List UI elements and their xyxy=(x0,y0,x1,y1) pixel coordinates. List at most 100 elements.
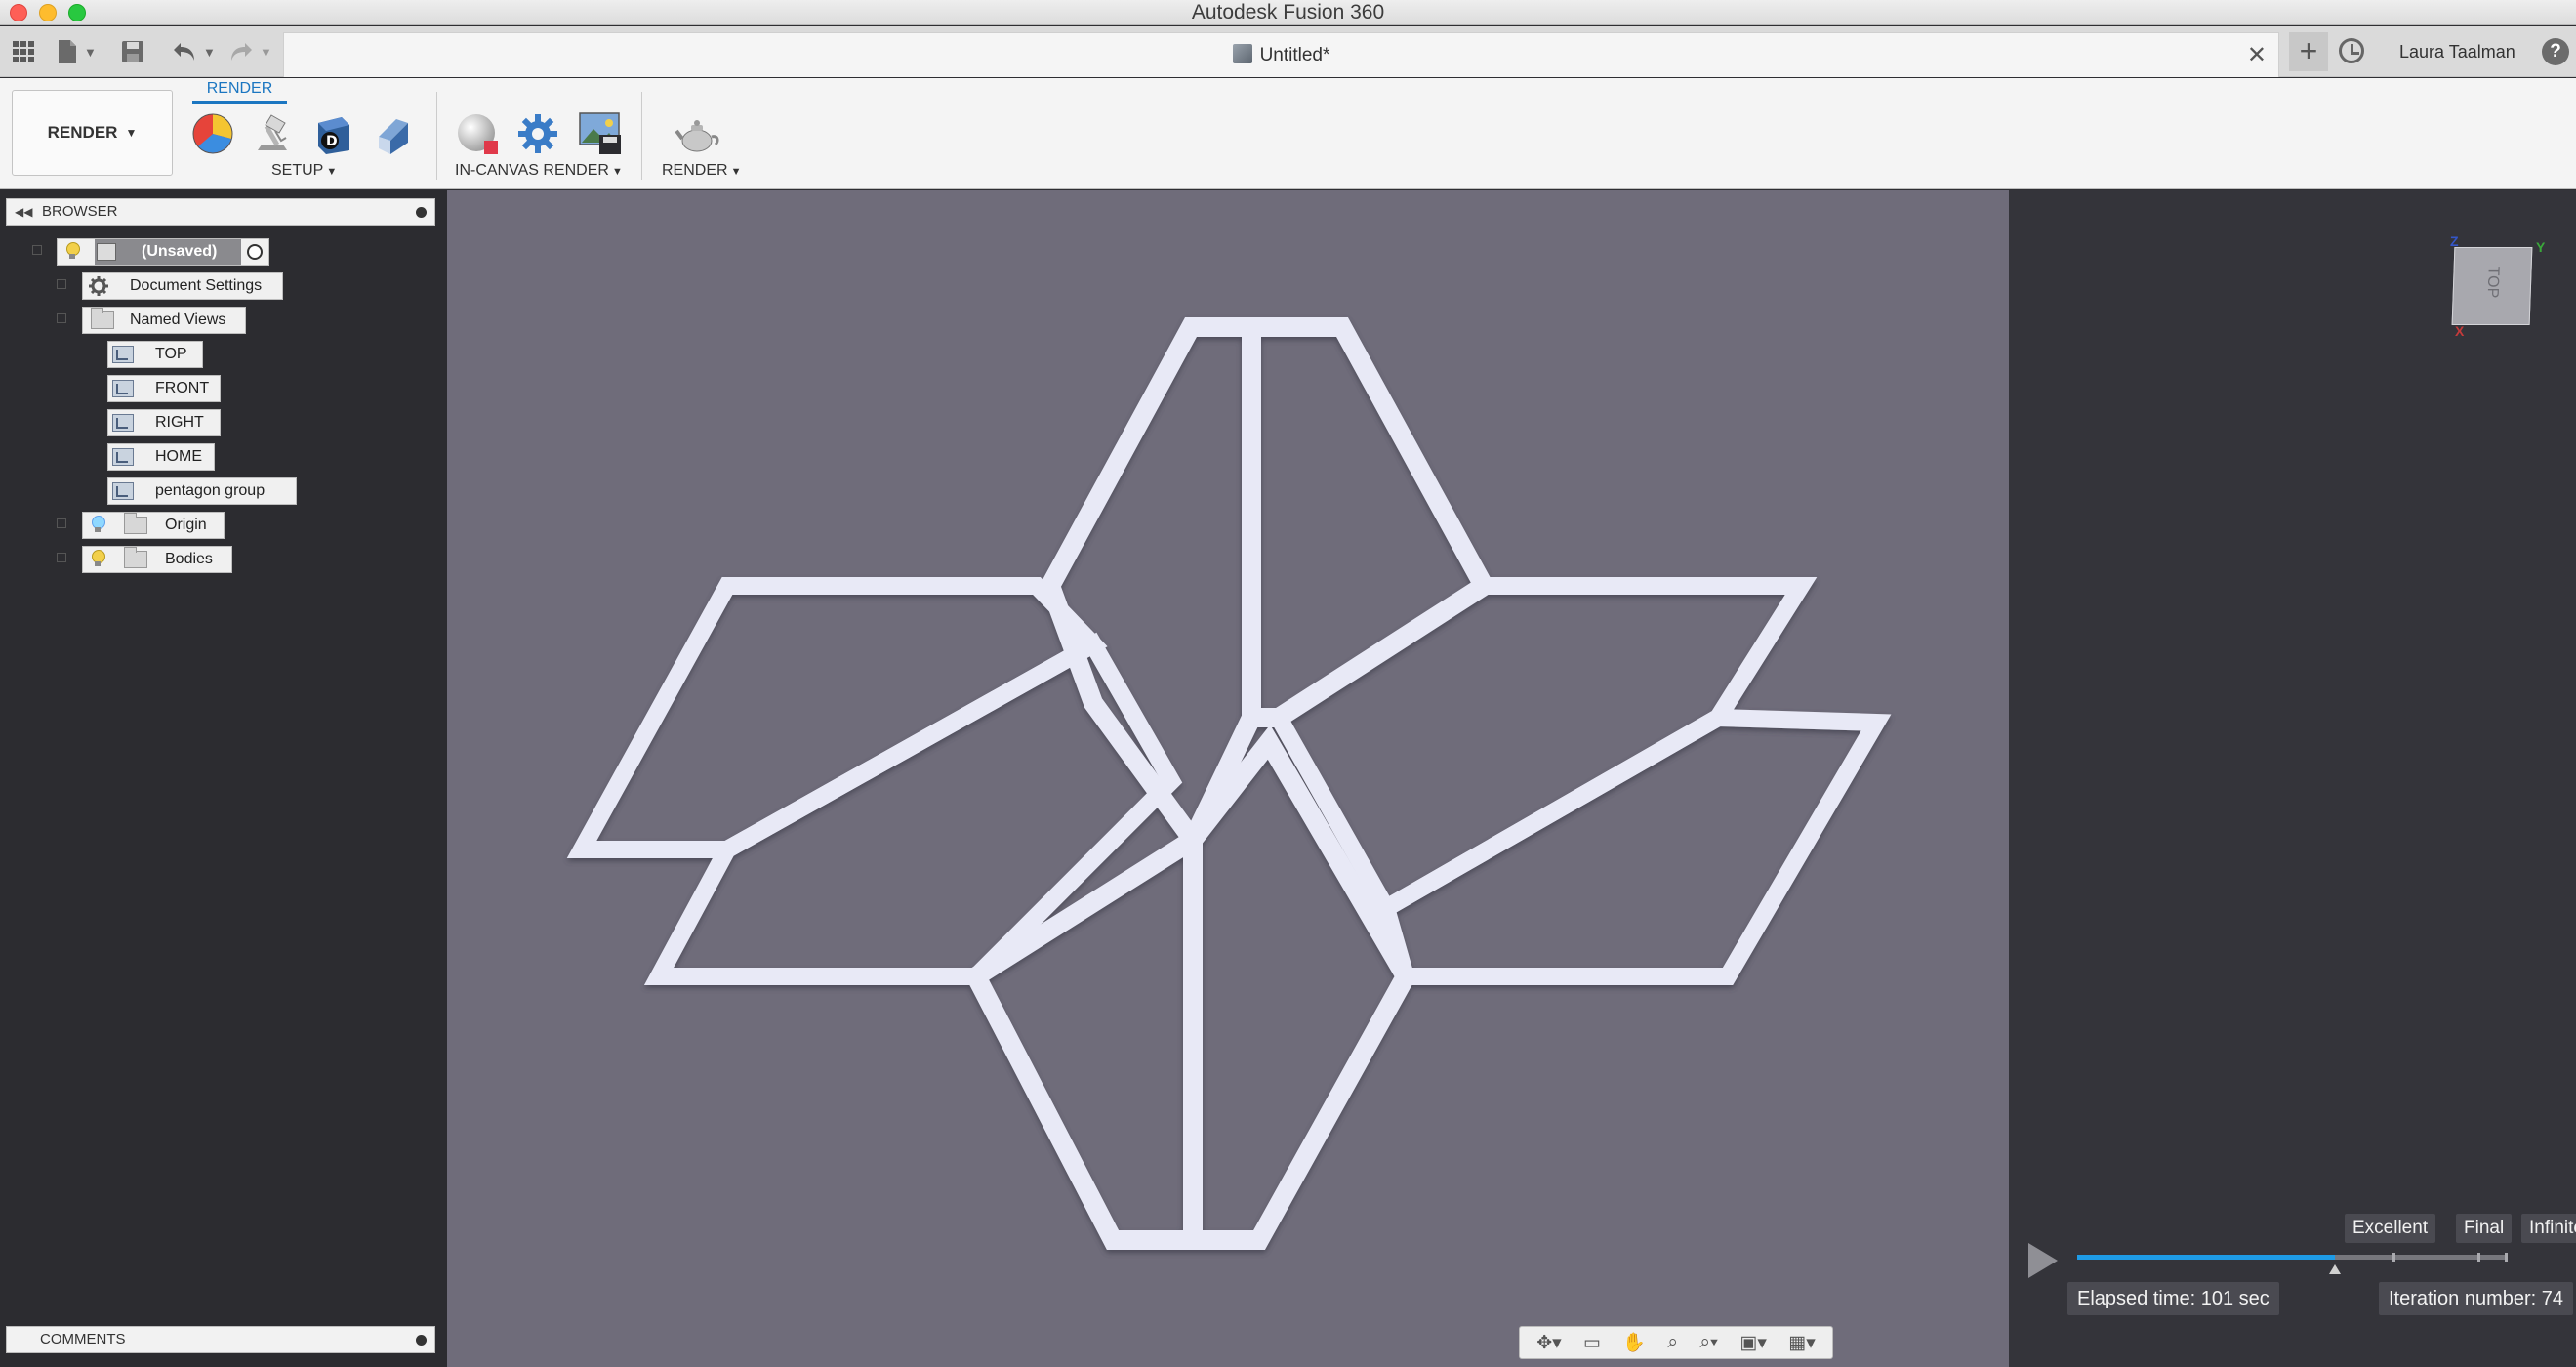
expand-toggle[interactable] xyxy=(32,245,42,255)
visibility-bulb-icon[interactable] xyxy=(65,242,80,260)
scene-settings-icon[interactable] xyxy=(250,111,295,156)
in-canvas-render-icon[interactable] xyxy=(455,111,500,156)
tree-item-named-views[interactable]: Named Views xyxy=(82,307,246,334)
document-tab[interactable]: Untitled* ✕ xyxy=(283,32,2279,77)
render-settings-icon[interactable] xyxy=(515,111,560,156)
expand-toggle[interactable] xyxy=(57,518,66,528)
tree-item-document-settings[interactable]: Document Settings xyxy=(82,272,283,300)
progress-tick xyxy=(2477,1253,2480,1262)
group-divider xyxy=(641,92,642,180)
view-cube-face-label: TOP xyxy=(2483,266,2502,299)
app-grid-icon[interactable] xyxy=(12,36,35,67)
tree-item-origin[interactable]: Origin xyxy=(82,512,225,539)
browser-panel: ◀◀ BROWSER (Unsaved) Document Settings N… xyxy=(0,190,447,1367)
folder-icon xyxy=(91,308,114,329)
redo-button[interactable]: ▼ xyxy=(228,36,272,67)
fit-zoom-icon[interactable]: ⌕▾ xyxy=(1699,1332,1718,1353)
quality-final[interactable]: Final xyxy=(2456,1214,2513,1243)
save-icon xyxy=(122,41,143,62)
named-view-icon xyxy=(112,448,134,466)
render-quality-panel: Excellent Final Infinite Elapsed time: 1… xyxy=(2028,1214,2576,1360)
texture-map-icon[interactable] xyxy=(371,111,416,156)
collapse-panel-icon[interactable]: ◀◀ xyxy=(15,199,32,225)
user-account-name[interactable]: Laura Taalman xyxy=(2399,26,2515,77)
tree-item-view-top[interactable]: TOP xyxy=(107,341,203,368)
model-outline xyxy=(566,317,1892,1250)
setup-group-menu[interactable]: SETUP ▼ xyxy=(271,162,337,180)
undo-icon xyxy=(174,43,194,61)
render-canvas[interactable]: ✥▾ ▭ ✋ ⌕ ⌕▾ ▣▾ ▦▾ xyxy=(447,190,2009,1367)
chevron-down-icon: ▼ xyxy=(611,166,623,178)
add-comment-icon[interactable] xyxy=(416,1335,427,1346)
file-menu-button[interactable]: ▼ xyxy=(57,36,97,67)
tree-item-view-front[interactable]: FRONT xyxy=(107,375,221,402)
tab-render[interactable]: RENDER xyxy=(192,78,287,104)
file-icon xyxy=(59,40,76,63)
named-view-icon xyxy=(112,346,134,363)
help-icon[interactable]: ? xyxy=(2542,38,2569,65)
quality-infinite[interactable]: Infinite xyxy=(2521,1214,2576,1243)
save-button[interactable] xyxy=(121,36,144,67)
component-icon xyxy=(97,243,116,261)
render-progress-track[interactable] xyxy=(2077,1255,2507,1260)
named-view-icon xyxy=(112,482,134,500)
new-tab-button[interactable]: + xyxy=(2289,32,2328,71)
iteration-number: Iteration number: 74 xyxy=(2379,1282,2573,1315)
rendered-model xyxy=(566,317,1892,1250)
document-tab-title: Untitled* xyxy=(284,33,2278,78)
window-title: Autodesk Fusion 360 xyxy=(1191,1,1385,23)
expand-toggle[interactable] xyxy=(57,553,66,562)
job-status-clock-icon[interactable] xyxy=(2339,38,2364,63)
viewport-right-area: Z Y X TOP Excellent Final Infinite Elaps… xyxy=(2009,190,2576,1367)
chevron-down-icon: ▼ xyxy=(326,166,338,178)
grid-settings-icon[interactable]: ▦▾ xyxy=(1788,1332,1816,1354)
tree-item-bodies[interactable]: Bodies xyxy=(82,546,232,573)
gear-icon xyxy=(89,276,108,296)
display-settings-icon[interactable]: ▣▾ xyxy=(1739,1332,1767,1354)
capture-image-icon[interactable] xyxy=(578,111,623,156)
folder-icon xyxy=(124,513,147,534)
named-view-icon xyxy=(112,380,134,397)
comments-panel[interactable]: COMMENTS xyxy=(6,1326,435,1353)
tree-item-view-home[interactable]: HOME xyxy=(107,443,215,471)
appearance-icon[interactable] xyxy=(190,111,235,156)
quality-excellent[interactable]: Excellent xyxy=(2345,1214,2436,1243)
visibility-bulb-icon[interactable] xyxy=(91,516,105,533)
expand-toggle[interactable] xyxy=(57,313,66,323)
elapsed-time: Elapsed time: 101 sec xyxy=(2067,1282,2279,1315)
document-cube-icon xyxy=(1232,44,1252,63)
redo-icon xyxy=(231,43,252,61)
view-cube[interactable]: TOP xyxy=(2451,247,2533,325)
navigation-toolbar: ✥▾ ▭ ✋ ⌕ ⌕▾ ▣▾ ▦▾ xyxy=(1519,1326,1833,1359)
progress-marker xyxy=(2329,1264,2341,1274)
title-bar: Autodesk Fusion 360 xyxy=(0,0,2576,25)
tree-item-view-pentagon-group[interactable]: pentagon group xyxy=(107,477,297,505)
axis-y-label: Y xyxy=(2536,239,2546,255)
tree-item-view-right[interactable]: RIGHT xyxy=(107,409,221,436)
axis-x-label: X xyxy=(2455,323,2465,339)
look-at-icon[interactable]: ▭ xyxy=(1583,1332,1601,1354)
in-canvas-render-group-menu[interactable]: IN-CANVAS RENDER ▼ xyxy=(455,162,623,180)
visibility-bulb-icon[interactable] xyxy=(91,550,105,567)
render-teapot-icon[interactable] xyxy=(675,111,720,156)
play-render-icon[interactable] xyxy=(2028,1243,2058,1278)
workspace-switcher[interactable]: RENDER ▼ xyxy=(12,90,173,176)
pin-icon[interactable] xyxy=(416,207,427,218)
undo-button[interactable]: ▼ xyxy=(172,36,216,67)
decal-icon[interactable]: D xyxy=(310,111,355,156)
orbit-icon[interactable]: ✥▾ xyxy=(1536,1332,1561,1354)
group-divider xyxy=(436,92,437,180)
svg-text:D: D xyxy=(326,134,338,149)
named-view-icon xyxy=(112,414,134,432)
zoom-icon[interactable]: ⌕ xyxy=(1667,1332,1678,1353)
browser-header[interactable]: ◀◀ BROWSER xyxy=(6,198,435,226)
expand-toggle[interactable] xyxy=(57,279,66,289)
chevron-down-icon: ▼ xyxy=(730,166,742,178)
tree-root[interactable]: (Unsaved) xyxy=(57,238,269,266)
folder-icon xyxy=(124,547,147,568)
chevron-down-icon: ▼ xyxy=(125,126,138,140)
activate-radio-icon[interactable] xyxy=(247,244,263,260)
pan-hand-icon[interactable]: ✋ xyxy=(1622,1331,1646,1354)
render-group-menu[interactable]: RENDER ▼ xyxy=(662,162,741,180)
close-tab-icon[interactable]: ✕ xyxy=(2247,41,2267,69)
